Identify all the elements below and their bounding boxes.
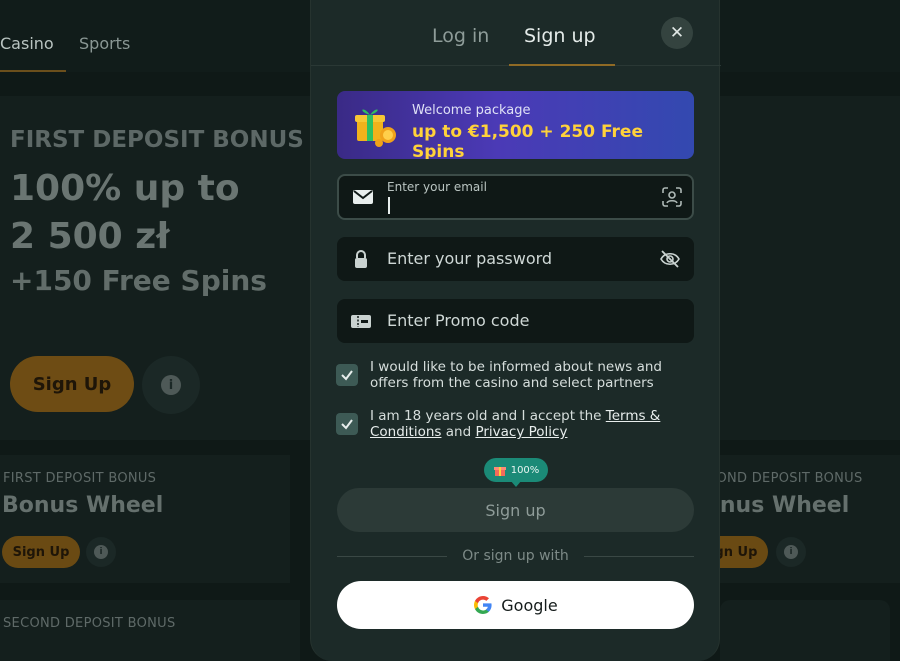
tab-active-underline: [509, 64, 615, 66]
promo-code-placeholder: Enter Promo code: [387, 311, 530, 330]
card-title: Bonus Wheel: [700, 493, 850, 518]
card-info-button[interactable]: i: [86, 537, 116, 567]
promo-code-field[interactable]: Enter Promo code: [337, 299, 694, 343]
welcome-package-banner: Welcome package up to €1,500 + 250 Free …: [337, 91, 694, 159]
email-field[interactable]: Enter your email: [337, 174, 694, 220]
card-caption: SECOND DEPOSIT BONUS: [3, 616, 176, 631]
eye-off-icon[interactable]: [659, 249, 681, 269]
badge-pointer: [510, 480, 522, 487]
hero-line2: 2 500 zł: [10, 216, 170, 257]
check-icon: [341, 370, 353, 381]
promo-caption: Welcome package: [412, 103, 531, 118]
promo-amount: up to €1,500 + 250 Free Spins: [412, 122, 643, 159]
google-signup-button[interactable]: Google: [337, 581, 694, 629]
hero-line3: +150 Free Spins: [10, 264, 267, 297]
hero-line1: 100% up to: [10, 168, 240, 209]
google-icon: [474, 596, 492, 614]
text-caret: [388, 197, 390, 214]
news-consent-checkbox[interactable]: [336, 364, 358, 386]
close-icon: ✕: [669, 23, 685, 43]
terms-and: and: [441, 424, 476, 440]
password-field[interactable]: Enter your password: [337, 237, 694, 281]
google-button-label: Google: [501, 595, 558, 615]
info-icon: i: [161, 375, 181, 395]
card-caption: SECOND DEPOSIT BONUS: [700, 471, 863, 486]
terms-consent-label: I am 18 years old and I accept the Terms…: [370, 408, 690, 440]
signup-modal: Log in Sign up ✕ Welcome package up to €…: [310, 0, 721, 661]
face-id-icon[interactable]: [661, 187, 683, 207]
card-caption: FIRST DEPOSIT BONUS: [3, 471, 157, 486]
close-button[interactable]: ✕: [661, 17, 693, 49]
gift-icon: [355, 109, 396, 147]
bonus-card-3: SECOND DEPOSIT BONUS: [0, 600, 300, 661]
gift-icon: [493, 467, 506, 476]
nav-tab-sports[interactable]: Sports: [79, 34, 130, 53]
privacy-link[interactable]: Privacy Policy: [475, 424, 567, 440]
envelope-icon: [353, 190, 373, 204]
card-info-button[interactable]: i: [776, 537, 806, 567]
bonus-percent-badge: 100%: [484, 458, 548, 482]
signup-submit-button[interactable]: Sign up: [337, 488, 694, 532]
terms-prefix: I am 18 years old and I accept the: [370, 408, 606, 424]
card-title: Bonus Wheel: [2, 493, 164, 518]
card-signup-button[interactable]: Sign Up: [2, 536, 80, 568]
bonus-card-2: SECOND DEPOSIT BONUS Bonus Wheel Sign Up…: [700, 455, 900, 583]
news-consent-label: I would like to be informed about news a…: [370, 359, 663, 391]
hero-signup-button[interactable]: Sign Up: [10, 356, 134, 412]
nav-tab-casino[interactable]: Casino: [0, 34, 54, 53]
hero-info-button[interactable]: i: [142, 356, 200, 414]
nav-tab-underline: [0, 70, 66, 72]
info-icon: i: [784, 545, 798, 559]
ticket-icon: [351, 315, 371, 328]
or-divider: Or sign up with: [337, 548, 694, 566]
tab-login[interactable]: Log in: [432, 25, 489, 47]
bonus-card-4: [720, 600, 890, 661]
terms-consent-checkbox[interactable]: [336, 413, 358, 435]
divider-line-right: [584, 556, 694, 557]
auth-tabs: Log in Sign up ✕: [311, 0, 721, 66]
tab-signup[interactable]: Sign up: [524, 25, 596, 47]
email-field-label: Enter your email: [387, 180, 487, 194]
hero-caption: FIRST DEPOSIT BONUS: [10, 127, 304, 153]
password-placeholder: Enter your password: [387, 249, 553, 268]
bonus-card-1: FIRST DEPOSIT BONUS Bonus Wheel Sign Up …: [0, 455, 290, 583]
lock-icon: [355, 250, 367, 268]
badge-percent: 100%: [510, 464, 540, 476]
check-icon: [341, 419, 353, 430]
info-icon: i: [94, 545, 108, 559]
